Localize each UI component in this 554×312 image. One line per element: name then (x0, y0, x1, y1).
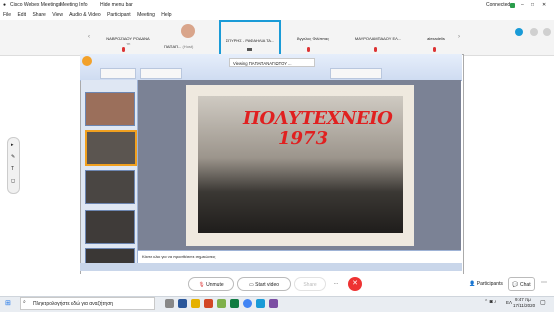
slide-title-line2: 1973 (278, 128, 329, 149)
menu-bar: File Edit Share View Audio & Video Parti… (0, 11, 554, 20)
tray-icons[interactable]: ⌃ ◙ ♪ (484, 299, 497, 305)
windows-start-icon[interactable]: ⊞ (5, 299, 11, 307)
teams-icon[interactable] (269, 299, 278, 308)
chat-label: Chat (520, 282, 531, 288)
pen-icon[interactable]: ✎ (11, 154, 15, 160)
slide-title-line1: ΠΟΛΥΤΕΧΝΕΙΟ (243, 108, 393, 129)
menu-view[interactable]: View (52, 12, 63, 18)
powerpoint-icon[interactable] (204, 299, 213, 308)
webex-logo-icon: ● (3, 2, 7, 8)
participant-sub: ·m (125, 41, 131, 46)
menu-audio-video[interactable]: Audio & Video (69, 12, 101, 18)
host-badge: (Host) (182, 44, 194, 49)
search-icon: ⌕ (23, 299, 26, 305)
maximize-button[interactable]: □ (531, 2, 534, 8)
menu-edit[interactable]: Edit (17, 12, 26, 18)
leave-meeting-button[interactable]: ✕ (348, 277, 362, 291)
slide-thumbnail[interactable] (85, 210, 135, 244)
task-view-icon[interactable] (165, 299, 174, 308)
clock-date[interactable]: 17/11/2020 (513, 303, 535, 308)
participant-name: ΜΑΥΡΟΛΑΜΠΑΔΟΥ ΕΛ... (354, 36, 402, 41)
participant-tile[interactable]: ΝΑΒΡΟΖΙΔΟΥ ΡΟΔΑΝΑ ·m (96, 20, 160, 55)
strip-next-icon[interactable]: › (458, 34, 460, 40)
slide-photo: ΠΟΛΥΤΕΧΝΕΙΟ 1973 (198, 96, 403, 233)
strip-prev-icon[interactable]: ‹ (88, 34, 90, 40)
video-icon (247, 48, 252, 51)
word-icon[interactable] (178, 299, 187, 308)
slide-thumbnail[interactable] (85, 92, 135, 126)
file-explorer-icon[interactable] (191, 299, 200, 308)
participant-tile[interactable]: alexadelis (416, 20, 456, 55)
more-options-button[interactable]: ··· (329, 277, 343, 291)
text-icon[interactable]: T (11, 166, 14, 172)
participant-name: ΠΑΠΑΠ... (164, 44, 182, 49)
layout-icon[interactable] (515, 28, 523, 36)
slide-notes[interactable]: Κάντε κλικ για να προσθέσετε σημειώσεις (138, 250, 461, 263)
slide-thumbnail[interactable] (85, 170, 135, 204)
participant-name: ΣΠΥΡΗΣ - ΡΑΦΑΗΛΙΑ ΤΑ... (225, 38, 275, 43)
mic-muted-icon (122, 47, 125, 52)
mic-muted-icon (307, 47, 310, 52)
clock-time[interactable]: 9:47 πμ (515, 297, 531, 302)
edge-icon[interactable] (217, 299, 226, 308)
avatar (181, 24, 195, 38)
video-off-icon: ▭ (248, 282, 254, 288)
mic-muted-icon (433, 47, 436, 52)
office-button-icon (82, 56, 92, 66)
eraser-icon[interactable]: ◻ (11, 178, 15, 184)
window-title-bar: ● Cisco Webex Meetings Meeting Info Hide… (0, 0, 554, 11)
chrome-icon[interactable] (243, 299, 252, 308)
share-button[interactable]: Share (294, 277, 326, 291)
viewing-share-label[interactable]: Viewing ΠΑΠΑΠΑΝΑΓΙΩΤΟΥ ... (229, 58, 315, 67)
excel-icon[interactable] (230, 299, 239, 308)
webex-taskbar-icon[interactable] (256, 299, 265, 308)
menu-help[interactable]: Help (161, 12, 171, 18)
participant-tile-active[interactable]: ΣΠΥΡΗΣ - ΡΑΦΑΗΛΙΑ ΤΑ... (219, 20, 281, 57)
participants-label: Participants (476, 281, 503, 287)
connection-icon (510, 3, 515, 8)
menu-share[interactable]: Share (32, 12, 45, 18)
minimize-button[interactable]: – (521, 2, 524, 8)
mic-muted-icon (374, 47, 377, 52)
close-button[interactable]: ✕ (542, 2, 546, 8)
powerpoint-status-bar (80, 263, 462, 271)
slide-thumbnail-selected[interactable] (85, 130, 137, 166)
menu-participant[interactable]: Participant (107, 12, 131, 18)
participant-tile[interactable]: ΜΑΥΡΟΛΑΜΠΑΔΟΥ ΕΛ... (342, 20, 414, 55)
menu-file[interactable]: File (3, 12, 11, 18)
participant-name: alexadelis (427, 36, 445, 41)
meeting-info-link[interactable]: Meeting Info (60, 2, 88, 8)
unmute-label: Unmute (206, 282, 224, 288)
unmute-button[interactable]: 🎙 Unmute (188, 277, 234, 291)
hide-menu-bar-link[interactable]: Hide menu bar (100, 2, 133, 8)
start-video-label: Start video (255, 282, 280, 288)
chat-icon: 💬 (512, 282, 519, 288)
input-language[interactable]: ΕΛ (506, 300, 512, 305)
menu-meeting[interactable]: Meeting (137, 12, 155, 18)
start-video-button[interactable]: ▭ Start video (237, 277, 291, 291)
participant-strip: ‹ ΝΑΒΡΟΖΙΔΟΥ ΡΟΔΑΝΑ ·m ΠΑΠΑΠ... (Host) Σ… (0, 20, 554, 57)
participant-tile[interactable]: ΠΑΠΑΠ... (Host) (160, 20, 216, 55)
chat-button[interactable]: 💬 Chat (508, 277, 535, 291)
settings-icon[interactable] (543, 28, 551, 36)
participant-tile[interactable]: Άγγελος Φιλίππας (281, 20, 345, 55)
pointer-icon[interactable]: ▸ (11, 142, 14, 148)
app-title: Cisco Webex Meetings (10, 2, 62, 8)
participant-name: Άγγελος Φιλίππας (296, 36, 330, 41)
fullscreen-icon[interactable] (530, 28, 538, 36)
taskbar-search-input[interactable]: Πληκτρολογήστε εδώ για αναζήτηση (20, 297, 155, 310)
annotation-toolbar: ▸ ✎ T ◻ (7, 137, 20, 194)
participants-button[interactable]: 👤 Participants (466, 277, 506, 291)
participants-icon: 👤 (469, 281, 476, 287)
connection-status: Connected (486, 2, 511, 8)
more-menu-icon[interactable]: ⋯ (541, 279, 547, 286)
mic-muted-icon: 🎙 (198, 282, 205, 288)
notification-icon[interactable]: ▢ (540, 299, 546, 306)
